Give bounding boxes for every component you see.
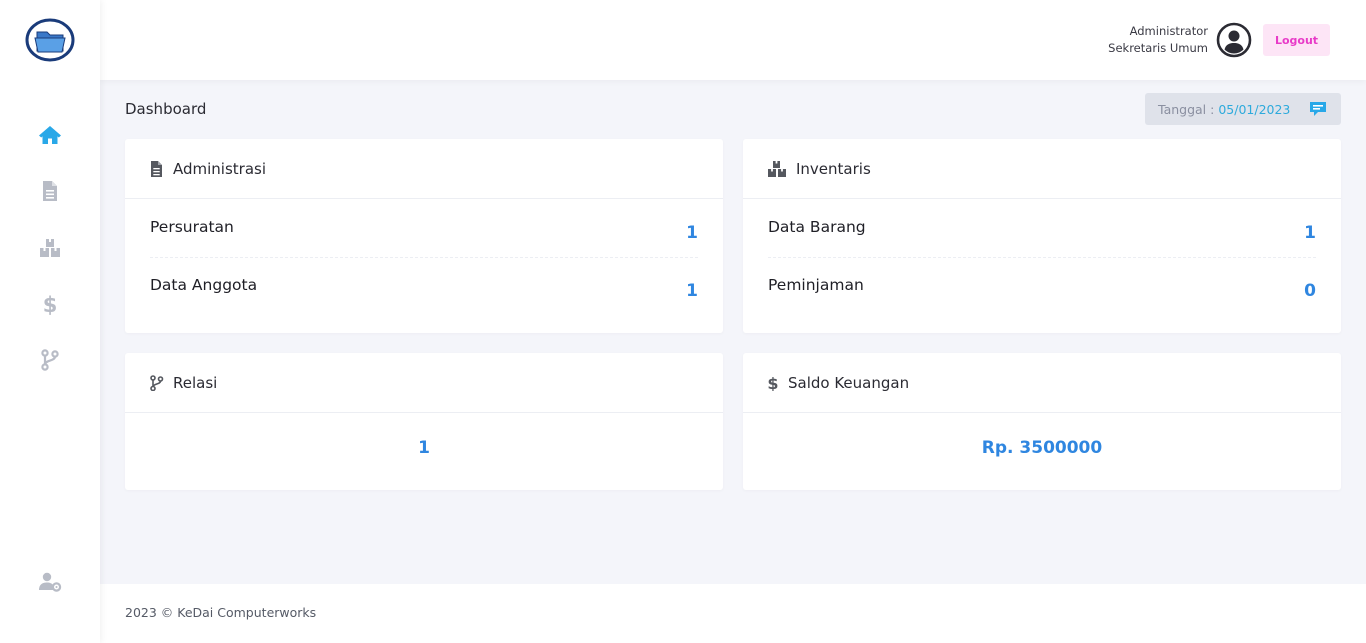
row-count: 1 bbox=[1304, 223, 1316, 243]
card-saldo-keuangan: $ Saldo Keuangan Rp. 3500000 bbox=[743, 353, 1341, 490]
list-item[interactable]: Data Barang 1 bbox=[768, 201, 1316, 258]
sidebar-item-administrasi[interactable] bbox=[36, 177, 64, 205]
top-header: Administrator Sekretaris Umum Logout bbox=[100, 0, 1366, 80]
card-title: Administrasi bbox=[173, 159, 267, 178]
branch-icon bbox=[41, 349, 59, 371]
avatar[interactable] bbox=[1216, 22, 1252, 58]
sidebar-item-keuangan[interactable]: $ bbox=[36, 290, 64, 318]
svg-text:$: $ bbox=[767, 375, 778, 391]
user-settings-icon bbox=[39, 572, 62, 592]
row-label: Data Anggota bbox=[150, 275, 258, 294]
svg-text:$: $ bbox=[43, 293, 58, 316]
document-icon bbox=[151, 160, 162, 177]
row-label: Persuratan bbox=[150, 218, 234, 236]
sidebar-item-home[interactable] bbox=[36, 121, 64, 149]
relasi-count[interactable]: 1 bbox=[125, 438, 723, 458]
dollar-icon: $ bbox=[43, 293, 58, 316]
dollar-icon: $ bbox=[767, 375, 778, 391]
card-header: Administrasi bbox=[125, 139, 723, 199]
date-display[interactable]: Tanggal : 05/01/2023 bbox=[1145, 93, 1341, 125]
app-logo[interactable] bbox=[25, 18, 75, 62]
sidebar-item-relasi[interactable] bbox=[36, 346, 64, 374]
sidebar-item-inventaris[interactable] bbox=[36, 234, 64, 262]
calendar-icon bbox=[1310, 102, 1326, 116]
branch-icon bbox=[150, 374, 164, 391]
list-item[interactable]: Data Anggota 1 bbox=[150, 258, 698, 315]
row-count: 0 bbox=[1304, 280, 1316, 301]
card-title: Inventaris bbox=[796, 159, 871, 178]
card-header: $ Saldo Keuangan bbox=[743, 353, 1341, 413]
user-info: Administrator Sekretaris Umum bbox=[1108, 23, 1208, 57]
page-title: Dashboard bbox=[125, 100, 207, 118]
boxes-icon bbox=[40, 239, 60, 257]
list-item[interactable]: Persuratan 1 bbox=[150, 201, 698, 258]
row-label: Data Barang bbox=[768, 218, 866, 236]
home-icon bbox=[39, 126, 61, 144]
date-value: 05/01/2023 bbox=[1218, 101, 1291, 117]
list-item[interactable]: Peminjaman 0 bbox=[768, 258, 1316, 315]
card-title: Relasi bbox=[173, 373, 218, 392]
boxes-icon bbox=[768, 160, 786, 177]
row-count: 1 bbox=[686, 280, 698, 301]
document-icon bbox=[43, 181, 57, 201]
sidebar: $ bbox=[0, 0, 100, 643]
user-avatar-icon bbox=[1216, 22, 1252, 58]
card-administrasi: Administrasi Persuratan 1 Data Anggota 1 bbox=[125, 139, 723, 333]
user-role: Sekretaris Umum bbox=[1108, 41, 1208, 55]
footer-copyright: 2023 © KeDai Computerworks bbox=[125, 605, 317, 620]
sidebar-user-settings[interactable] bbox=[36, 568, 64, 596]
logout-button[interactable]: Logout bbox=[1263, 24, 1330, 56]
card-title: Saldo Keuangan bbox=[788, 373, 910, 392]
user-name: Administrator bbox=[1129, 24, 1208, 38]
saldo-amount[interactable]: Rp. 3500000 bbox=[743, 438, 1341, 458]
footer: 2023 © KeDai Computerworks bbox=[100, 584, 1366, 643]
card-relasi: Relasi 1 bbox=[125, 353, 723, 490]
row-count: 1 bbox=[686, 223, 698, 243]
card-header: Relasi bbox=[125, 353, 723, 413]
date-label: Tanggal : bbox=[1158, 101, 1215, 117]
card-header: Inventaris bbox=[743, 139, 1341, 199]
row-label: Peminjaman bbox=[768, 275, 864, 294]
card-inventaris: Inventaris Data Barang 1 Peminjaman 0 bbox=[743, 139, 1341, 333]
